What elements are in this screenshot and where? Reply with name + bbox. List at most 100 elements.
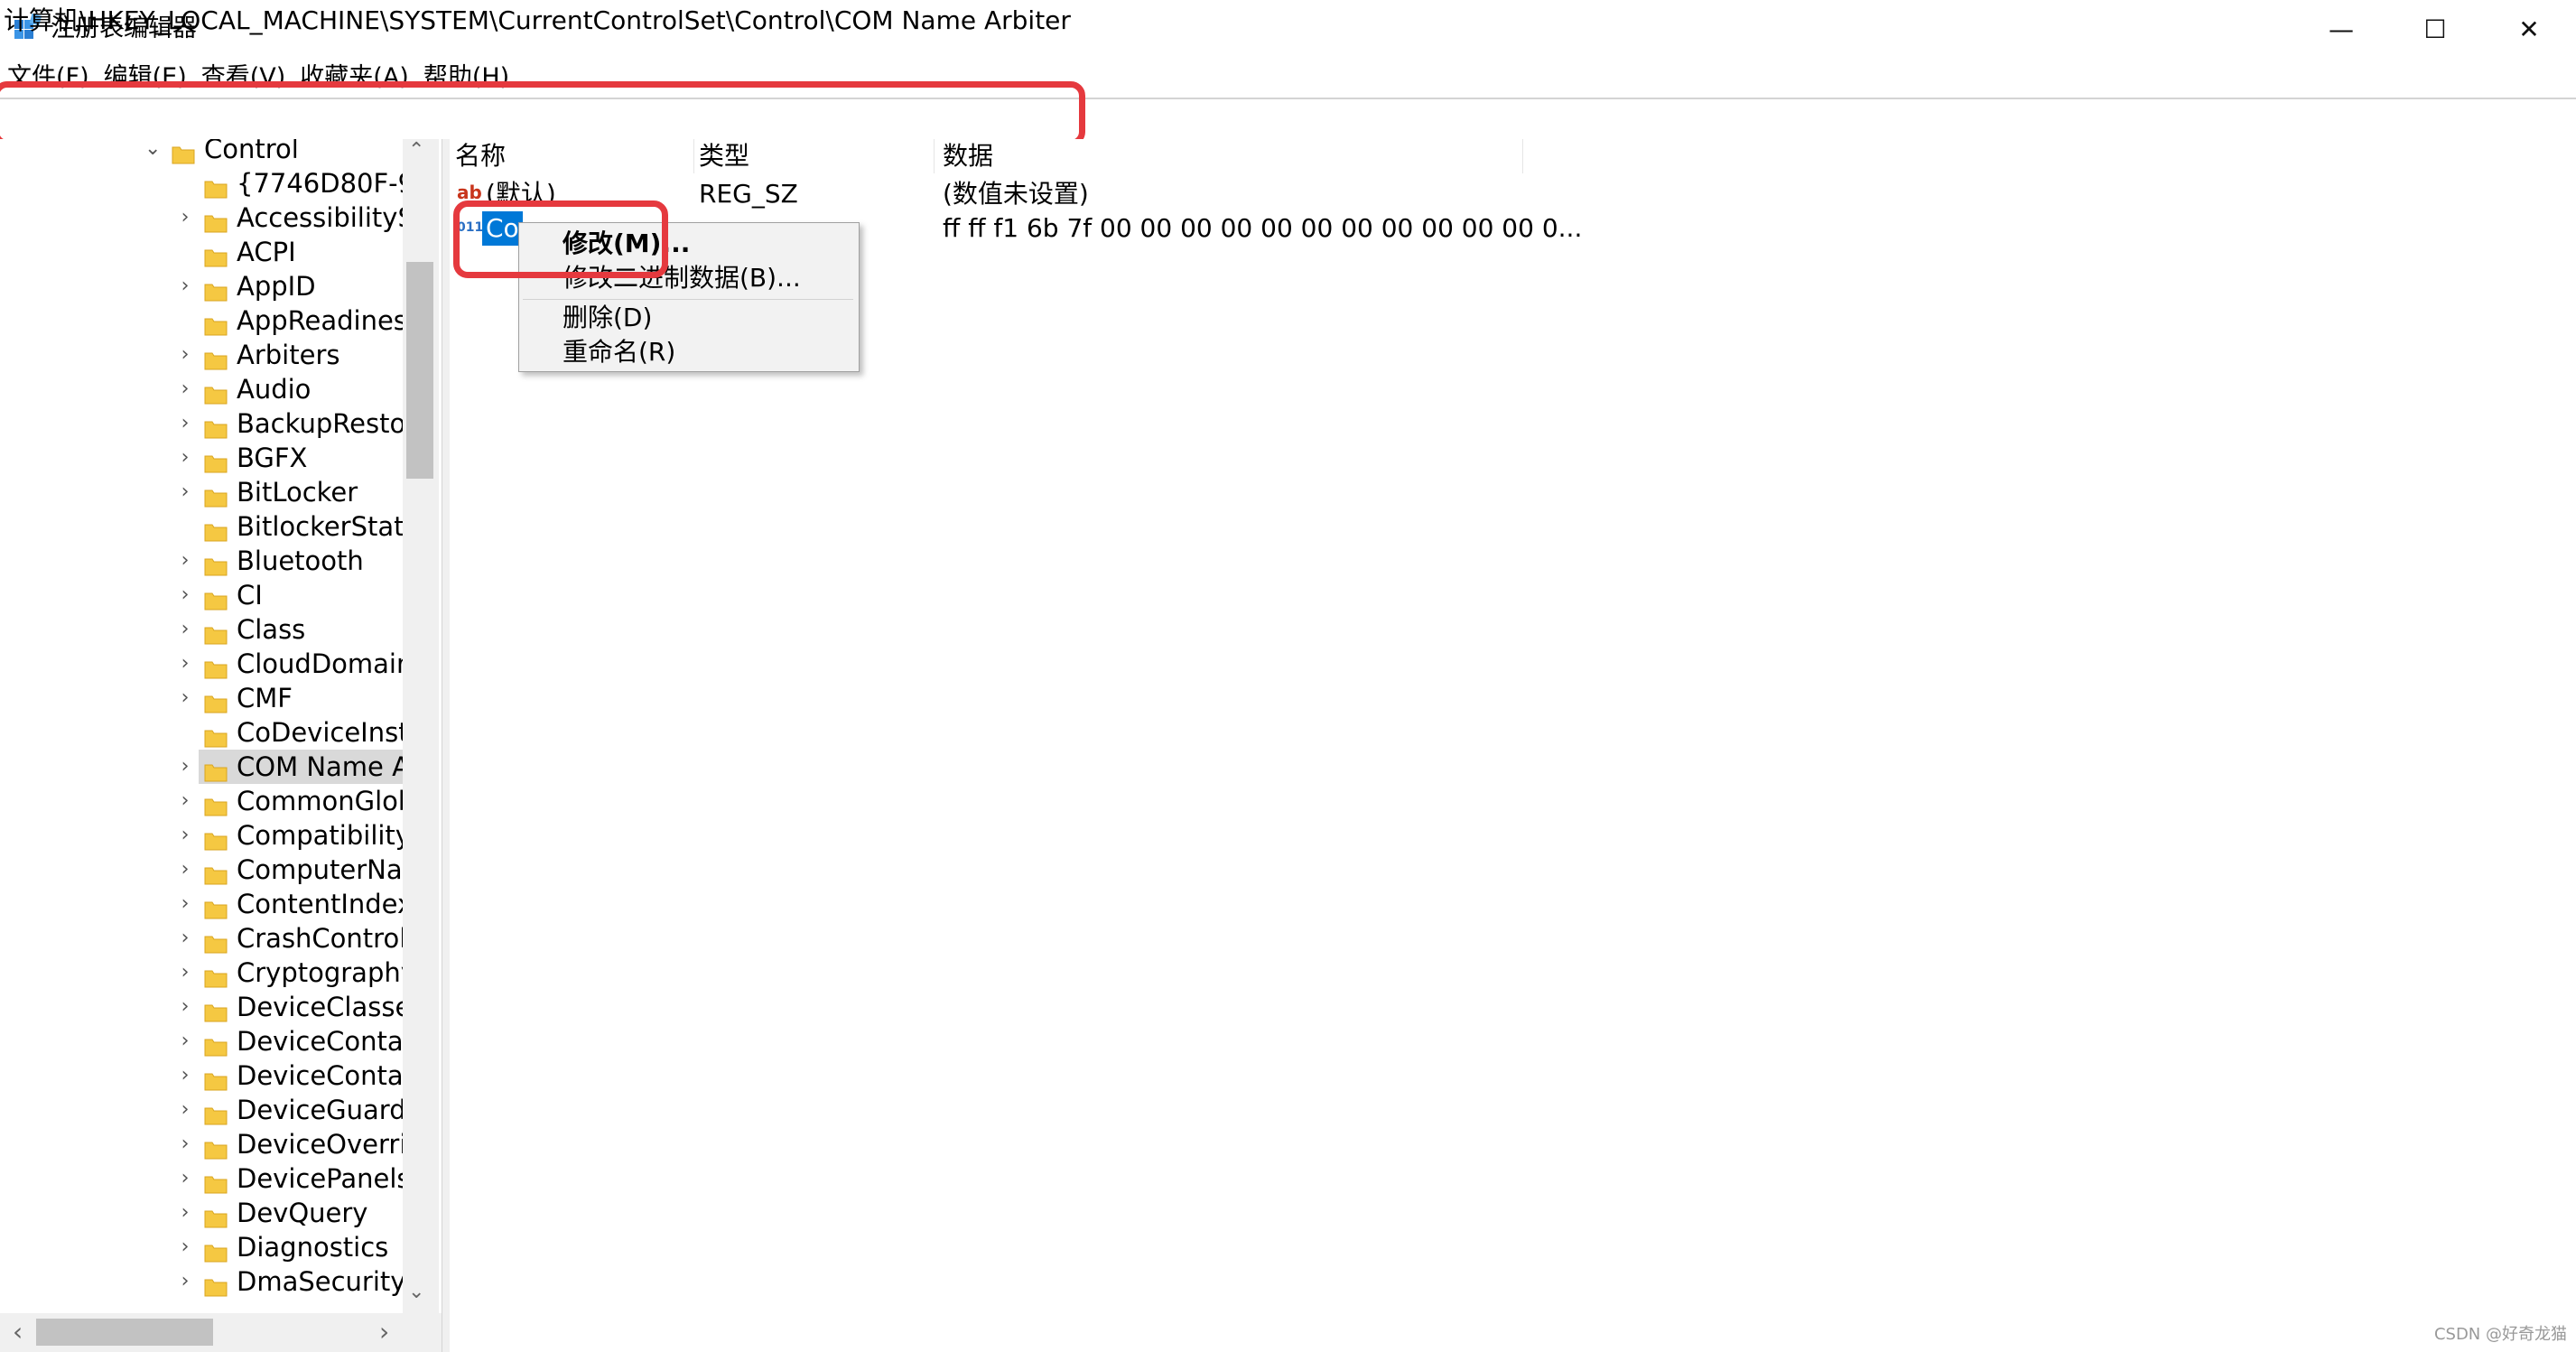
chevron-right-icon[interactable]: › bbox=[177, 1230, 193, 1264]
tree-item[interactable]: BitlockerStatus bbox=[0, 509, 434, 544]
tree-item[interactable]: › Arbiters bbox=[0, 338, 406, 372]
chevron-right-icon[interactable]: › bbox=[177, 406, 193, 441]
tree-item[interactable]: › DeviceGuard bbox=[0, 1093, 406, 1127]
tree-item[interactable]: › Compatibility bbox=[0, 818, 411, 853]
chevron-right-icon[interactable]: › bbox=[177, 338, 193, 372]
tree-item-selected[interactable]: › COM Name Ar bbox=[0, 750, 421, 784]
tree-item-label: AccessibilitySe bbox=[237, 202, 431, 233]
chevron-right-icon[interactable]: › bbox=[177, 647, 193, 681]
tree-item[interactable]: › AppID bbox=[0, 269, 406, 303]
folder-icon bbox=[204, 1202, 228, 1228]
tree-item-label: DeviceClasses bbox=[237, 992, 425, 1022]
tree-item[interactable]: › CMF bbox=[0, 681, 406, 715]
tree-item[interactable]: › Class bbox=[0, 612, 406, 647]
chevron-right-icon[interactable]: › bbox=[177, 372, 193, 406]
column-divider[interactable] bbox=[693, 139, 694, 173]
tree-item-label: DevQuery bbox=[237, 1198, 368, 1228]
tree-item[interactable]: › DmaSecurity bbox=[0, 1264, 406, 1299]
value-data: ff ff f1 6b 7f 00 00 00 00 00 00 00 00 0… bbox=[943, 213, 1583, 243]
column-divider[interactable] bbox=[934, 139, 935, 173]
tree-item[interactable]: › CloudDomainJ bbox=[0, 647, 421, 681]
chevron-right-icon[interactable]: › bbox=[177, 475, 193, 509]
tree-scroll-thumb[interactable] bbox=[406, 262, 433, 479]
chevron-right-icon[interactable]: › bbox=[177, 990, 193, 1024]
chevron-right-icon[interactable]: › bbox=[177, 441, 193, 475]
tree-item[interactable]: › BackupRestore bbox=[0, 406, 432, 441]
tree-item[interactable]: CoDeviceInsta bbox=[0, 715, 424, 750]
chevron-right-icon[interactable]: › bbox=[177, 1093, 193, 1127]
chevron-right-icon[interactable]: › bbox=[177, 956, 193, 990]
chevron-right-icon[interactable]: › bbox=[177, 612, 193, 647]
value-data: (数值未设置) bbox=[943, 179, 1089, 209]
tree-item[interactable]: › Audio bbox=[0, 372, 406, 406]
tree-item[interactable]: › CI bbox=[0, 578, 406, 612]
column-name[interactable]: 名称 bbox=[455, 139, 506, 173]
chevron-down-icon[interactable]: ⌄ bbox=[144, 139, 161, 166]
tree-item[interactable]: › DevQuery bbox=[0, 1196, 406, 1230]
folder-icon bbox=[204, 378, 228, 405]
chevron-right-icon[interactable]: › bbox=[177, 853, 193, 887]
chevron-right-icon[interactable]: › bbox=[177, 578, 193, 612]
chevron-right-icon[interactable]: › bbox=[177, 1264, 193, 1299]
tree-item[interactable]: › BitLocker bbox=[0, 475, 406, 509]
tree-item[interactable]: › Cryptography bbox=[0, 956, 416, 990]
chevron-right-icon[interactable]: › bbox=[177, 1024, 193, 1058]
tree-item[interactable]: › Diagnostics bbox=[0, 1230, 406, 1264]
chevron-right-icon[interactable]: › bbox=[177, 200, 193, 235]
folder-icon bbox=[204, 1236, 228, 1263]
close-button[interactable]: ✕ bbox=[2482, 0, 2576, 58]
folder-icon bbox=[204, 687, 228, 713]
chevron-right-icon[interactable]: › bbox=[177, 921, 193, 956]
tree-item[interactable]: › DeviceContain bbox=[0, 1024, 428, 1058]
tree-item-label: DeviceContain bbox=[237, 1060, 428, 1091]
scroll-down-icon[interactable]: ⌄ bbox=[408, 1281, 424, 1303]
tree-item[interactable]: › BGFX bbox=[0, 441, 406, 475]
tree-item-label: BitLocker bbox=[237, 477, 358, 508]
chevron-right-icon[interactable]: › bbox=[177, 1161, 193, 1196]
tree-item-label: AppID bbox=[237, 271, 316, 302]
maximize-button[interactable]: ☐ bbox=[2388, 0, 2482, 58]
tree-item[interactable]: › AccessibilitySe bbox=[0, 200, 431, 235]
chevron-right-icon[interactable]: › bbox=[177, 818, 193, 853]
tree-hscroll-thumb[interactable] bbox=[36, 1319, 213, 1346]
tree-item[interactable]: › ContentIndex bbox=[0, 887, 414, 921]
scroll-up-icon[interactable]: ⌃ bbox=[408, 139, 424, 162]
chevron-right-icon[interactable]: › bbox=[177, 784, 193, 818]
chevron-right-icon[interactable]: › bbox=[177, 681, 193, 715]
tree-item-label: Compatibility bbox=[237, 820, 411, 851]
menu-item-rename[interactable]: 重命名(R) bbox=[563, 335, 675, 369]
chevron-right-icon[interactable]: › bbox=[177, 544, 193, 578]
tree-item-control[interactable]: ⌄ Control bbox=[0, 139, 406, 166]
chevron-right-icon[interactable]: › bbox=[177, 269, 193, 303]
tree-item[interactable]: AppReadiness bbox=[0, 303, 421, 338]
folder-icon bbox=[204, 996, 228, 1022]
modify-highlight-box bbox=[453, 200, 668, 278]
column-divider[interactable] bbox=[1522, 139, 1523, 173]
address-path[interactable]: 计算机\HKEY_LOCAL_MACHINE\SYSTEM\CurrentCon… bbox=[4, 4, 1071, 38]
tree-item[interactable]: ACPI bbox=[0, 235, 406, 269]
folder-icon bbox=[204, 928, 228, 954]
tree-item[interactable]: › DeviceContain bbox=[0, 1058, 428, 1093]
column-data[interactable]: 数据 bbox=[943, 139, 993, 173]
tree-item[interactable]: › DeviceClasses bbox=[0, 990, 425, 1024]
minimize-button[interactable]: — bbox=[2294, 0, 2388, 58]
chevron-right-icon[interactable]: › bbox=[177, 1058, 193, 1093]
scroll-left-icon[interactable]: ‹ bbox=[13, 1317, 23, 1347]
scroll-right-icon[interactable]: › bbox=[379, 1317, 389, 1347]
chevron-right-icon[interactable]: › bbox=[177, 887, 193, 921]
menu-item-delete[interactable]: 删除(D) bbox=[563, 301, 652, 335]
tree-item[interactable]: › DevicePanels bbox=[0, 1161, 411, 1196]
chevron-right-icon[interactable]: › bbox=[177, 750, 193, 784]
folder-icon bbox=[204, 516, 228, 542]
folder-icon bbox=[204, 1065, 228, 1091]
chevron-right-icon[interactable]: › bbox=[177, 1127, 193, 1161]
tree-item[interactable]: › Bluetooth bbox=[0, 544, 406, 578]
tree-item-label: ACPI bbox=[237, 237, 296, 267]
tree-item[interactable]: › CommonGlobU bbox=[0, 784, 434, 818]
tree-item[interactable]: › ComputerNam bbox=[0, 853, 428, 887]
tree-item[interactable]: › DeviceOverrid bbox=[0, 1127, 423, 1161]
tree-item[interactable]: {7746D80F-97 bbox=[0, 166, 432, 200]
chevron-right-icon[interactable]: › bbox=[177, 1196, 193, 1230]
tree-item[interactable]: › CrashControl bbox=[0, 921, 407, 956]
column-type[interactable]: 类型 bbox=[699, 139, 749, 173]
